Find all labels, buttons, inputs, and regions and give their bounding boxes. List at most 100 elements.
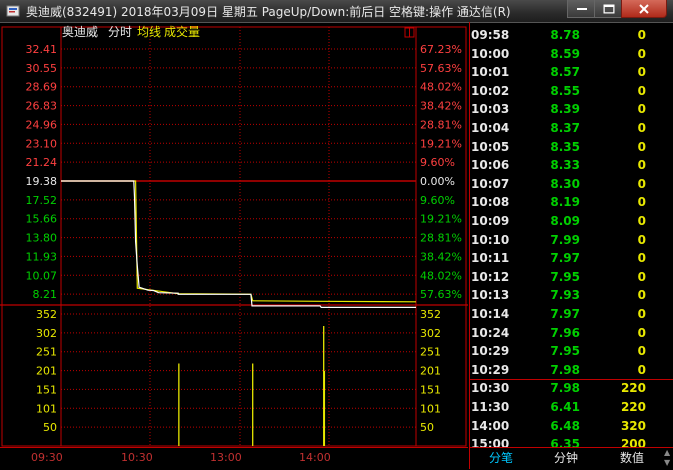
tick-time: 10:04 [471, 121, 510, 135]
pct-tick-label: 57.63% [420, 288, 462, 301]
tick-price: 8.19 [550, 195, 580, 210]
tick-time: 09:58 [471, 28, 510, 42]
pct-tick-label: 19.21% [420, 213, 462, 226]
tick-time: 10:12 [471, 269, 510, 284]
tick-row[interactable]: 10:24 7.96 0 [470, 326, 673, 345]
close-button[interactable] [621, 0, 667, 18]
volume-tick-label: 251 [36, 346, 57, 359]
detail-tabs: 分笔 分钟 数值 [469, 447, 673, 470]
price-tick-label: 30.55 [26, 62, 58, 75]
chart-mode-label: 分时 [108, 25, 132, 39]
tick-time: 10:29 [471, 344, 510, 359]
volume-tick-label: 352 [36, 308, 57, 321]
tick-time: 10:08 [471, 195, 510, 210]
tick-row[interactable]: 10:12 7.95 0 [470, 270, 673, 289]
tick-volume: 0 [637, 362, 646, 377]
pct-tick-label: 9.60% [420, 156, 455, 169]
avg-price-line [61, 180, 417, 303]
volume-tick-label: 302 [36, 327, 57, 340]
volume-tick-label: 101 [36, 402, 57, 415]
tick-row[interactable]: 10:13 7.93 0 [470, 288, 673, 307]
tick-row[interactable]: 10:14 7.97 0 [470, 307, 673, 326]
tick-row[interactable]: 10:08 8.19 0 [470, 195, 673, 214]
tick-time: 10:14 [471, 307, 510, 321]
tick-time: 14:00 [471, 418, 510, 433]
tick-row[interactable]: 10:00 8.59 0 [470, 47, 673, 66]
chart-avg-label: 均线 [137, 25, 161, 39]
volume-tick-label-right: 50 [420, 421, 434, 434]
tick-row[interactable]: 10:03 8.39 0 [470, 102, 673, 121]
tick-volume: 320 [620, 418, 646, 433]
tick-price: 8.37 [550, 121, 580, 135]
app-window: 奥迪威(832491) 2018年03月09日 星期五 PageUp/Down:… [0, 0, 673, 470]
tick-volume: 0 [637, 269, 646, 284]
tick-price: 7.98 [550, 362, 580, 377]
tick-price: 8.78 [550, 28, 580, 42]
maximize-button[interactable] [594, 0, 623, 18]
tick-row[interactable]: 09:58 8.78 0 [470, 28, 673, 47]
tick-volume: 0 [637, 288, 646, 303]
tick-row[interactable]: 10:29 7.95 0 [470, 344, 673, 363]
intraday-chart[interactable]: 32.41 67.23% 30.55 57.63% 28.69 48.02% 26.83 38… [0, 22, 468, 447]
app-icon [6, 5, 20, 17]
price-tick-label: 10.07 [26, 269, 58, 282]
pct-tick-label: 38.42% [420, 250, 462, 263]
baseline-price-label: 19.38 [26, 175, 58, 188]
tick-row[interactable]: 10:09 8.09 0 [470, 214, 673, 233]
tab-tick[interactable]: 分笔 [469, 448, 533, 469]
tab-minute[interactable]: 分钟 [533, 448, 599, 469]
minimize-button[interactable] [567, 0, 596, 18]
tick-volume: 0 [637, 344, 646, 359]
tick-volume: 0 [637, 195, 646, 210]
volume-tick-label: 201 [36, 365, 57, 378]
tick-price: 8.30 [550, 176, 580, 191]
volume-tick-label-right: 101 [420, 402, 441, 415]
tick-row[interactable]: 11:30 6.41 220 [470, 400, 673, 419]
tick-time: 10:07 [471, 176, 510, 191]
tick-price: 8.39 [550, 102, 580, 117]
tick-row[interactable]: 10:06 8.33 0 [470, 158, 673, 177]
tick-time: 10:24 [471, 325, 510, 340]
tick-volume: 0 [637, 325, 646, 340]
tick-row[interactable]: 10:04 8.37 0 [470, 121, 673, 140]
tick-row[interactable]: 10:10 7.99 0 [470, 233, 673, 252]
volume-tick-label-right: 302 [420, 327, 441, 340]
tick-volume: 0 [637, 158, 646, 173]
volume-tick-label: 151 [36, 383, 57, 396]
tick-detail-panel[interactable]: 09:58 8.78 0 10:00 8.59 0 10:01 8.57 0 10:02 8.55 0… [469, 22, 673, 469]
tab-values[interactable]: 数值 [599, 448, 665, 469]
tick-row[interactable]: 10:01 8.57 0 [470, 65, 673, 84]
tick-price: 7.97 [550, 251, 580, 266]
title-bar[interactable]: 奥迪威(832491) 2018年03月09日 星期五 PageUp/Down:… [0, 0, 673, 23]
tick-volume: 0 [637, 251, 646, 266]
tick-volume: 0 [637, 232, 646, 247]
tick-row[interactable]: 10:30 7.98 220 [470, 381, 673, 400]
volume-tick-label-right: 251 [420, 346, 441, 359]
tick-volume: 0 [637, 65, 646, 80]
tick-row[interactable]: 10:05 8.35 0 [470, 140, 673, 159]
volume-tick-label-right: 151 [420, 383, 441, 396]
tick-time: 10:06 [471, 158, 510, 173]
price-tick-label: 23.10 [26, 137, 58, 150]
x-tick-label: 13:00 [210, 451, 242, 464]
tick-volume: 0 [637, 121, 646, 135]
tick-row[interactable]: 10:07 8.30 0 [470, 177, 673, 196]
tick-price: 8.35 [550, 139, 580, 154]
volume-tick-label: 50 [43, 421, 57, 434]
scroll-down-icon[interactable]: ▼ [664, 458, 670, 467]
tick-time: 10:05 [471, 139, 510, 154]
session-separator [470, 379, 673, 381]
tick-row[interactable]: 10:11 7.97 0 [470, 251, 673, 270]
tick-time: 11:30 [471, 400, 510, 414]
volume-tick-label-right: 201 [420, 365, 441, 378]
baseline-pct-label: 0.00% [420, 175, 455, 188]
tick-time: 10:01 [471, 65, 510, 80]
scroll-arrows[interactable]: ▲ ▼ [664, 447, 673, 469]
tick-row[interactable]: 10:02 8.55 0 [470, 84, 673, 103]
price-tick-label: 26.83 [26, 100, 58, 113]
tick-row[interactable]: 14:00 6.48 320 [470, 419, 673, 438]
scroll-up-icon[interactable]: ▲ [664, 448, 670, 457]
tick-time: 10:13 [471, 288, 510, 303]
tick-time: 10:09 [471, 214, 510, 228]
tick-price: 8.09 [550, 214, 580, 228]
